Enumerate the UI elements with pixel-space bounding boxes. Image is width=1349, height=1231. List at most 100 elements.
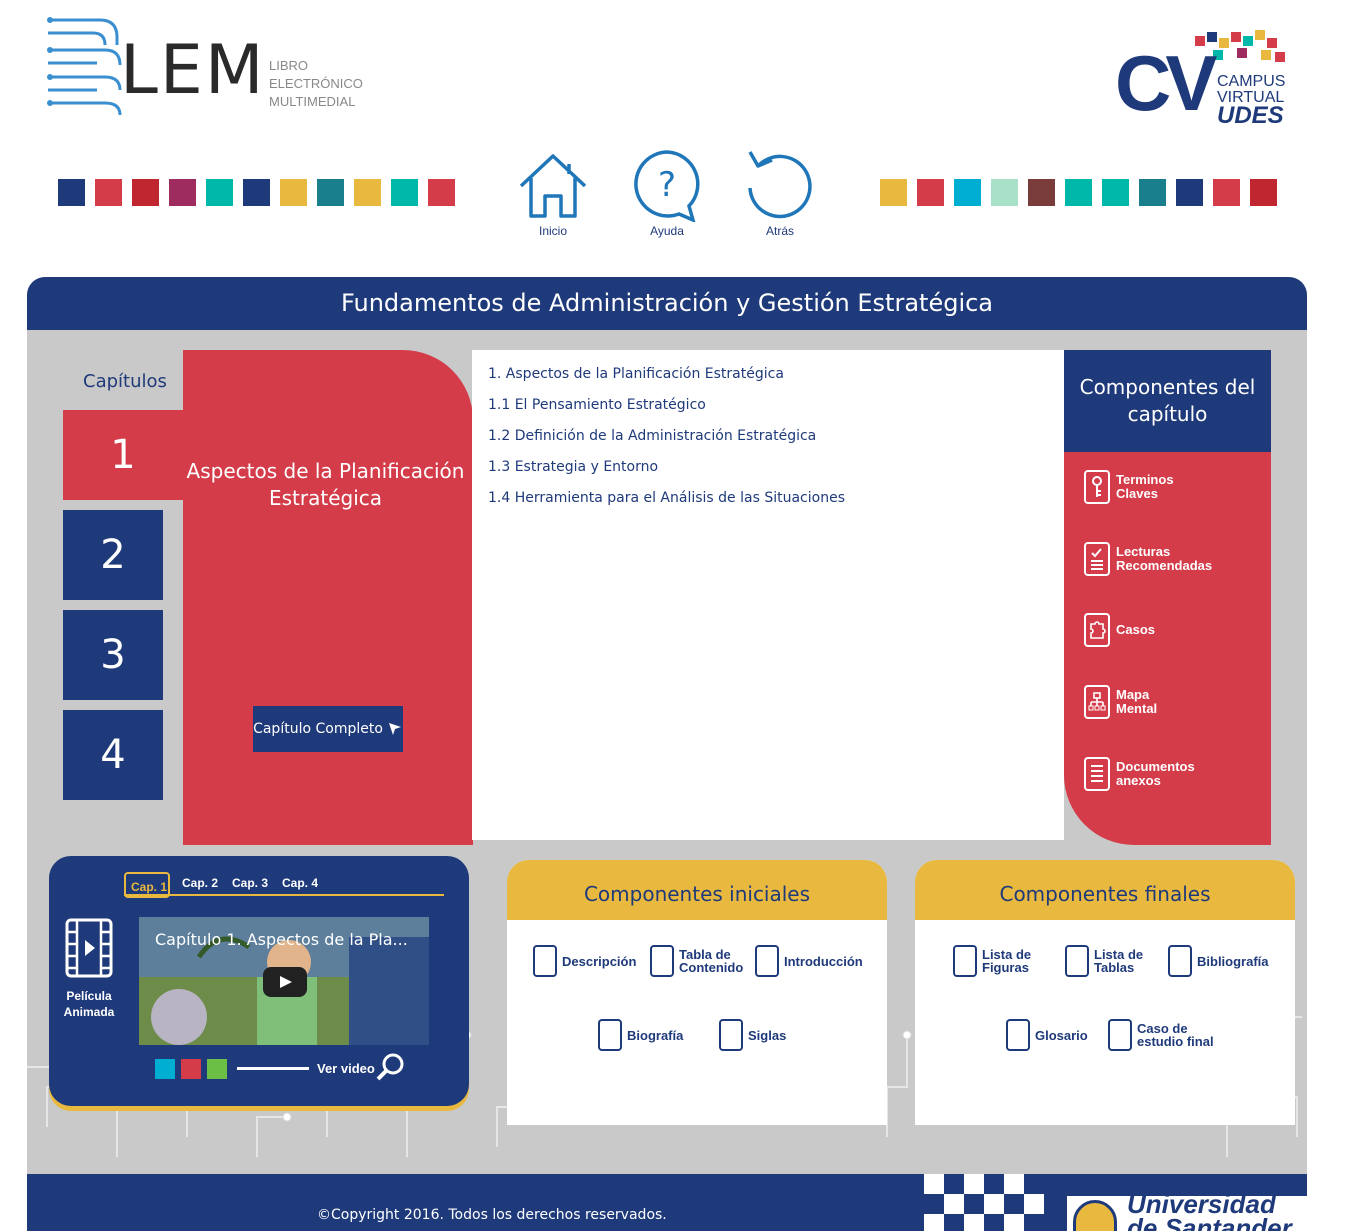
chapter-components: Componentes del capítulo Terminos Claves …: [1064, 350, 1271, 845]
recommended-readings-button[interactable]: Lecturas Recomendadas: [1084, 537, 1264, 581]
mind-map-button[interactable]: Mapa Mental: [1084, 680, 1264, 724]
full-chapter-button[interactable]: Capítulo Completo: [253, 706, 403, 752]
annex-documents-label: Documentos anexos: [1116, 759, 1195, 788]
help-button[interactable]: ? Ayuda: [627, 148, 707, 238]
color-swatch: [243, 179, 270, 206]
abc-icon: [1006, 1019, 1030, 1051]
toc-item[interactable]: 1. Aspectos de la Planificación Estratég…: [488, 366, 1064, 397]
list-box-icon: [719, 1019, 743, 1051]
toc-item[interactable]: 1.1 El Pensamiento Estratégico: [488, 397, 1064, 428]
table-list-label: Lista de Tablas: [1094, 947, 1144, 975]
color-swatch: [1176, 179, 1203, 206]
svg-text:?: ?: [658, 165, 676, 205]
figure-list-button[interactable]: Lista de Figuras: [953, 945, 1031, 977]
color-swatch: [95, 179, 122, 206]
cases-label: Casos: [1116, 622, 1156, 637]
color-dot-blue: [155, 1059, 175, 1079]
blem-circuit-icon: [47, 17, 122, 116]
biography-button[interactable]: Biografía: [598, 1019, 683, 1051]
home-button[interactable]: Inicio: [513, 148, 593, 238]
watch-video-link[interactable]: Ver video: [317, 1061, 375, 1076]
cv-line3: UDES: [1217, 102, 1284, 129]
blem-logo: LEM LIBRO ELECTRÓNICO MULTIMEDIAL: [45, 15, 385, 120]
shapes-icon: [953, 945, 977, 977]
biography-label: Biografía: [627, 1027, 684, 1043]
toc-item[interactable]: 1.2 Definición de la Administración Estr…: [488, 428, 1064, 459]
final-case-study-button[interactable]: Caso de estudio final: [1108, 1019, 1214, 1051]
chapter-components-title: Componentes del capítulo: [1064, 350, 1271, 452]
tab-cap-2[interactable]: Cap. 2: [182, 876, 218, 890]
search-icon[interactable]: [375, 1052, 405, 1082]
help-label: Ayuda: [650, 224, 684, 238]
help-bubble-icon: ?: [634, 150, 700, 222]
tab-cap-3[interactable]: Cap. 3: [232, 876, 268, 890]
description-button[interactable]: Descripción: [533, 945, 636, 977]
toc-item[interactable]: 1.3 Estrategia y Entorno: [488, 459, 1064, 490]
description-icon: [533, 945, 557, 977]
chapters-label: Capítulos: [83, 371, 167, 392]
document-icon: [1084, 757, 1110, 791]
full-chapter-label: Capítulo Completo: [253, 721, 383, 737]
color-swatch: [58, 179, 85, 206]
blem-subtitle: LIBRO ELECTRÓNICO MULTIMEDIAL: [269, 58, 363, 109]
color-swatch: [354, 179, 381, 206]
color-swatches-right: [880, 179, 1277, 206]
color-swatch: [1102, 179, 1129, 206]
house-icon: [519, 154, 587, 218]
cursor-arrow-icon: [388, 723, 401, 735]
chapter-title: Aspectos de la Planificación Estratégica: [186, 459, 465, 510]
back-button[interactable]: Atrás: [740, 148, 820, 238]
books-icon: [1168, 945, 1192, 977]
introduction-label: Introducción: [784, 953, 863, 969]
color-swatch: [1250, 179, 1277, 206]
book-title: Fundamentos de Administración y Gestión …: [27, 277, 1307, 330]
list-icon: [650, 945, 674, 977]
key-icon: [1084, 470, 1110, 504]
text-lines-icon: [755, 945, 779, 977]
color-swatch: [1028, 179, 1055, 206]
magnifier-doc-icon: [1108, 1019, 1132, 1051]
bibliography-button[interactable]: Bibliografía: [1168, 945, 1269, 977]
initial-components-title: Componentes iniciales: [507, 860, 887, 920]
play-button[interactable]: [263, 967, 307, 997]
back-label: Atrás: [765, 224, 794, 238]
key-terms-label: Terminos Claves: [1116, 472, 1174, 501]
undo-arrow-icon: [748, 151, 812, 219]
main-panel: Fundamentos de Administración y Gestión …: [27, 277, 1307, 1174]
figure-list-label: Lista de Figuras: [982, 947, 1032, 975]
org-chart-icon: [1084, 685, 1110, 719]
initial-components-card: Componentes iniciales Descripción Tabla …: [507, 860, 887, 1125]
key-terms-button[interactable]: Terminos Claves: [1084, 465, 1264, 509]
color-swatch: [206, 179, 233, 206]
color-swatch: [954, 179, 981, 206]
chapter-4-button[interactable]: 4: [63, 710, 163, 800]
glossary-button[interactable]: Glosario: [1006, 1019, 1088, 1051]
animated-movie-card: Cap. 1 Cap. 2 Cap. 3 Cap. 4 Película Ani…: [49, 856, 469, 1106]
table-of-contents-button[interactable]: Tabla de Contenido: [650, 945, 743, 977]
toc-item[interactable]: 1.4 Herramienta para el Análisis de las …: [488, 490, 1064, 521]
description-label: Descripción: [562, 953, 637, 969]
chapter-1-button[interactable]: 1: [63, 410, 183, 500]
person-icon: [598, 1019, 622, 1051]
color-swatches-left: [58, 179, 455, 206]
introduction-button[interactable]: Introducción: [755, 945, 863, 977]
color-dot-green: [207, 1059, 227, 1079]
chapter-3-button[interactable]: 3: [63, 610, 163, 700]
cases-button[interactable]: Casos: [1084, 608, 1264, 652]
color-swatch: [880, 179, 907, 206]
university-name: Universidad de Santander: [1127, 1189, 1292, 1231]
tab-cap-4[interactable]: Cap. 4: [282, 876, 318, 890]
color-swatch: [428, 179, 455, 206]
animated-movie-label: Película Animada: [63, 989, 115, 1019]
acronyms-button[interactable]: Siglas: [719, 1019, 786, 1051]
blem-mark: LEM: [120, 31, 266, 110]
footer: ©Copyright 2016. Todos los derechos rese…: [27, 1174, 1307, 1231]
annex-documents-button[interactable]: Documentos anexos: [1084, 752, 1264, 796]
color-swatch: [317, 179, 344, 206]
film-icon: [65, 918, 113, 978]
chapter-2-button[interactable]: 2: [63, 510, 163, 600]
color-swatch: [917, 179, 944, 206]
tab-cap-1[interactable]: Cap. 1: [131, 880, 167, 894]
color-swatch: [132, 179, 159, 206]
table-list-button[interactable]: Lista de Tablas: [1065, 945, 1143, 977]
